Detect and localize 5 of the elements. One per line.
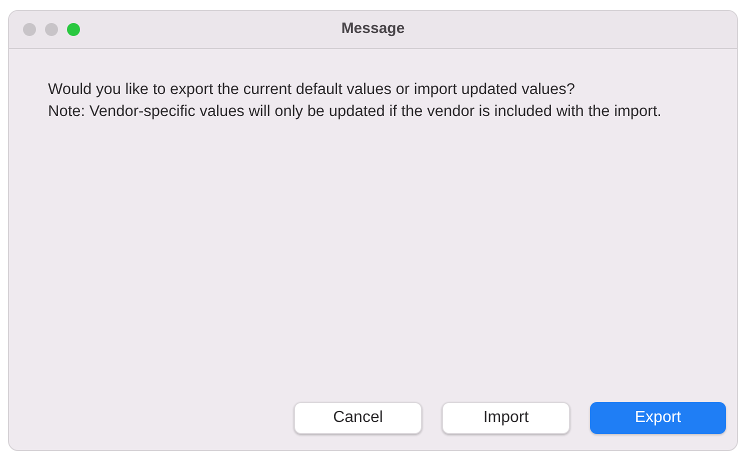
default-button[interactable]: Export xyxy=(590,402,726,434)
dialog-button[interactable]: Import xyxy=(442,402,570,434)
dialog-button[interactable]: Cancel xyxy=(294,402,422,434)
message-text: Would you like to export the current default values or import updated values? Note: Vendor-specific values will only be updated if the vendor is included with the import. xyxy=(48,80,662,122)
window-title: Message xyxy=(341,19,405,40)
